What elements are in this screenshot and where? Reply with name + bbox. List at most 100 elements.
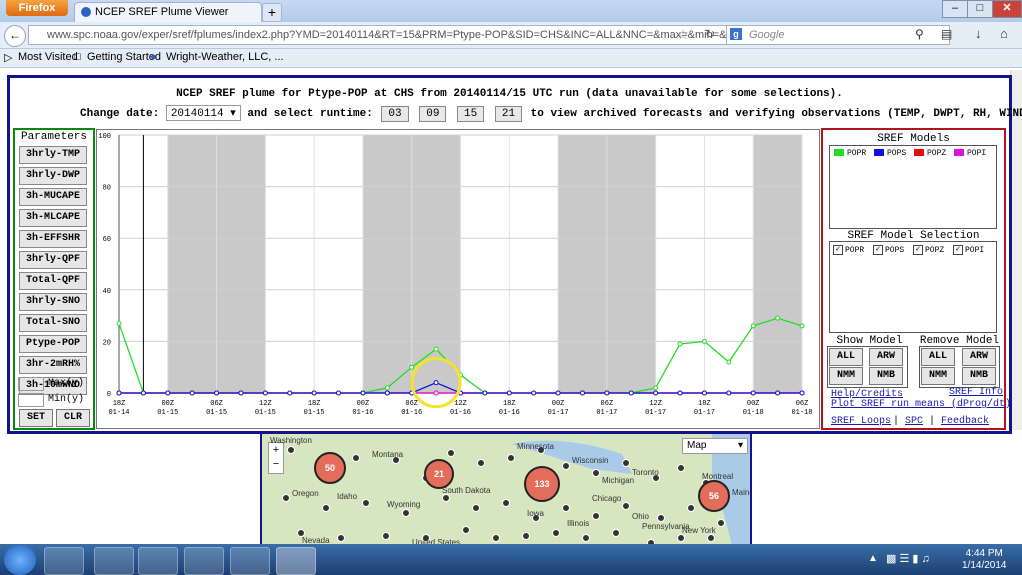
download-icon[interactable]: ↓ bbox=[975, 26, 982, 41]
station-marker[interactable] bbox=[562, 504, 570, 512]
max-y-input[interactable] bbox=[18, 377, 44, 391]
station-cluster[interactable]: 21 bbox=[424, 459, 454, 489]
select-popi[interactable]: ✓ POPI bbox=[953, 245, 984, 255]
station-marker[interactable] bbox=[507, 454, 515, 462]
spc-link[interactable]: SPC bbox=[905, 416, 923, 427]
station-marker[interactable] bbox=[687, 504, 695, 512]
station-cluster[interactable]: 133 bbox=[524, 466, 560, 502]
select-pops[interactable]: ✓ POPS bbox=[873, 245, 904, 255]
remove-nmb-button[interactable]: NMB bbox=[962, 367, 996, 385]
system-clock[interactable]: 4:44 PM 1/14/2014 bbox=[962, 548, 1007, 572]
station-marker[interactable] bbox=[562, 462, 570, 470]
reload-icon[interactable]: ↻ bbox=[705, 27, 715, 41]
tray-arrow-icon[interactable]: ▲ bbox=[868, 553, 878, 564]
minimize-button[interactable]: – bbox=[942, 0, 968, 18]
param-button-3hrly-sno[interactable]: 3hrly-SNO bbox=[19, 293, 87, 311]
param-button-ptype-pop[interactable]: Ptype-POP bbox=[19, 335, 87, 353]
station-marker[interactable] bbox=[382, 532, 390, 540]
checkbox-checked-icon[interactable]: ✓ bbox=[833, 245, 843, 255]
app-key-icon[interactable] bbox=[184, 547, 224, 575]
map-type-select[interactable]: Map ▾ bbox=[682, 438, 748, 454]
station-marker[interactable] bbox=[472, 504, 480, 512]
zoom-out-button[interactable]: − bbox=[269, 457, 283, 471]
station-marker[interactable] bbox=[492, 534, 500, 542]
browser-tab[interactable]: NCEP SREF Plume Viewer bbox=[74, 2, 262, 23]
station-marker[interactable] bbox=[522, 532, 530, 540]
station-marker[interactable] bbox=[622, 502, 630, 510]
date-select[interactable]: 20140114 ▾ bbox=[165, 105, 241, 121]
checkbox-checked-icon[interactable]: ✓ bbox=[953, 245, 963, 255]
station-marker[interactable] bbox=[322, 504, 330, 512]
station-marker[interactable] bbox=[622, 459, 630, 467]
bookmark-most-visited[interactable]: Most Visited bbox=[18, 51, 78, 63]
select-popz[interactable]: ✓ POPZ bbox=[913, 245, 944, 255]
station-marker[interactable] bbox=[502, 499, 510, 507]
station-marker[interactable] bbox=[612, 529, 620, 537]
station-marker[interactable] bbox=[677, 464, 685, 472]
sref-loops-link[interactable]: SREF Loops bbox=[831, 416, 891, 427]
remove-nmm-button[interactable]: NMM bbox=[921, 367, 955, 385]
station-cluster[interactable]: 56 bbox=[698, 480, 730, 512]
maximize-button[interactable]: □ bbox=[967, 0, 993, 18]
home-icon[interactable]: ⌂ bbox=[1000, 26, 1008, 41]
plot-run-means-link[interactable]: Plot SREF run means (dProg/dt) bbox=[831, 399, 1011, 410]
param-button-total-qpf[interactable]: Total-QPF bbox=[19, 272, 87, 290]
address-bar[interactable]: www.spc.noaa.gov/exper/sref/fplumes/inde… bbox=[28, 25, 740, 45]
param-button-3h-mucape[interactable]: 3h-MUCAPE bbox=[19, 188, 87, 206]
google-engine-icon[interactable]: g bbox=[730, 28, 742, 40]
station-marker[interactable] bbox=[402, 509, 410, 517]
runtime-button-15[interactable]: 15 bbox=[457, 106, 485, 122]
show-nmb-button[interactable]: NMB bbox=[869, 367, 903, 385]
station-marker[interactable] bbox=[677, 534, 685, 542]
feedback-link[interactable]: Feedback bbox=[941, 416, 989, 427]
station-cluster[interactable]: 50 bbox=[314, 452, 346, 484]
zoom-in-button[interactable]: + bbox=[269, 443, 283, 457]
param-button-3hr-2mrh[interactable]: 3hr-2mRH% bbox=[19, 356, 87, 374]
station-marker[interactable] bbox=[582, 534, 590, 542]
checkbox-checked-icon[interactable]: ✓ bbox=[913, 245, 923, 255]
internet-explorer-icon[interactable] bbox=[44, 547, 84, 575]
new-tab-button[interactable]: + bbox=[262, 3, 282, 22]
remove-arw-button[interactable]: ARW bbox=[962, 348, 996, 366]
set-button[interactable]: SET bbox=[19, 409, 53, 427]
checkbox-checked-icon[interactable]: ✓ bbox=[873, 245, 883, 255]
bookmark-wright-weather[interactable]: Wright-Weather, LLC, ... bbox=[166, 51, 284, 63]
station-marker[interactable] bbox=[707, 534, 715, 542]
station-marker[interactable] bbox=[337, 534, 345, 542]
param-button-total-sno[interactable]: Total-SNO bbox=[19, 314, 87, 332]
dell-icon[interactable] bbox=[230, 547, 270, 575]
station-marker[interactable] bbox=[477, 459, 485, 467]
param-button-3h-mlcape[interactable]: 3h-MLCAPE bbox=[19, 209, 87, 227]
show-nmm-button[interactable]: NMM bbox=[829, 367, 863, 385]
station-marker[interactable] bbox=[362, 499, 370, 507]
back-arrow-icon[interactable]: ← bbox=[4, 25, 26, 47]
tray-icons[interactable]: ▩ ☰ ▮ ♫ bbox=[886, 552, 930, 565]
station-marker[interactable] bbox=[282, 494, 290, 502]
file-explorer-icon[interactable] bbox=[94, 547, 134, 575]
bookmark-star-icon[interactable]: ☆ bbox=[677, 27, 689, 43]
select-popr[interactable]: ✓ POPR bbox=[833, 245, 864, 255]
show-all-button[interactable]: ALL bbox=[829, 348, 863, 366]
search-magnifier-icon[interactable]: ⚲ bbox=[915, 27, 924, 41]
station-marker[interactable] bbox=[462, 526, 470, 534]
media-player-icon[interactable] bbox=[138, 547, 178, 575]
runtime-button-21[interactable]: 21 bbox=[494, 106, 523, 122]
station-marker[interactable] bbox=[592, 469, 600, 477]
clr-button[interactable]: CLR bbox=[56, 409, 90, 427]
param-button-3hrly-dwp[interactable]: 3hrly-DWP bbox=[19, 167, 87, 185]
param-button-3hrly-qpf[interactable]: 3hrly-QPF bbox=[19, 251, 87, 269]
station-marker[interactable] bbox=[717, 519, 725, 527]
runtime-button-03[interactable]: 03 bbox=[381, 106, 409, 122]
param-button-3h-effshr[interactable]: 3h-EFFSHR bbox=[19, 230, 87, 248]
remove-all-button[interactable]: ALL bbox=[921, 348, 955, 366]
runtime-button-09[interactable]: 09 bbox=[419, 106, 447, 122]
param-button-3hrly-tmp[interactable]: 3hrly-TMP bbox=[19, 146, 87, 164]
sref-info-link[interactable]: SREF Info bbox=[949, 387, 1003, 398]
station-marker[interactable] bbox=[447, 449, 455, 457]
station-marker[interactable] bbox=[352, 454, 360, 462]
min-y-input[interactable] bbox=[18, 393, 44, 407]
station-marker[interactable] bbox=[592, 512, 600, 520]
station-marker[interactable] bbox=[442, 494, 450, 502]
show-arw-button[interactable]: ARW bbox=[869, 348, 903, 366]
firefox-menu-button[interactable]: Firefox bbox=[6, 0, 68, 16]
